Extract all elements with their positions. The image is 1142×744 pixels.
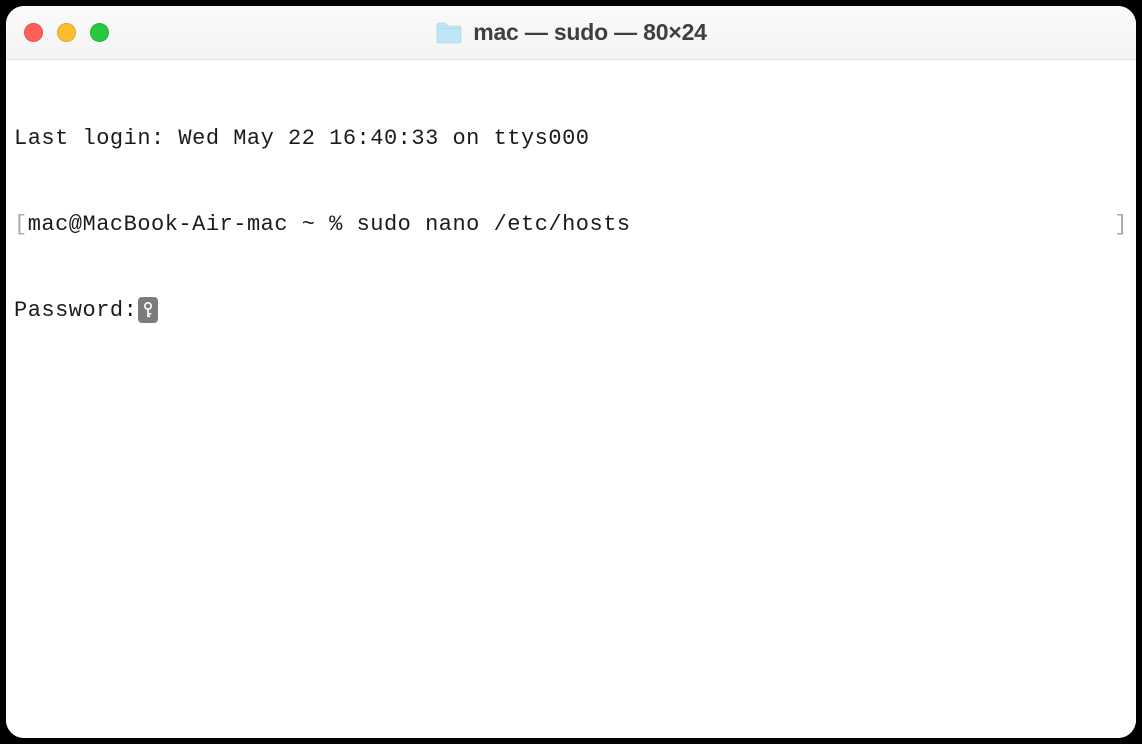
last-login-line: Last login: Wed May 22 16:40:33 on ttys0… xyxy=(14,125,1128,154)
terminal-content[interactable]: Last login: Wed May 22 16:40:33 on ttys0… xyxy=(6,60,1136,738)
minimize-button[interactable] xyxy=(57,23,76,42)
traffic-lights xyxy=(24,23,109,42)
folder-icon xyxy=(435,21,463,45)
bracket-left: [ xyxy=(14,212,28,237)
password-line: Password: xyxy=(14,297,1128,326)
prompt-line: [mac@MacBook-Air-mac ~ % sudo nano /etc/… xyxy=(14,211,1128,240)
close-button[interactable] xyxy=(24,23,43,42)
password-label: Password: xyxy=(14,298,137,323)
command-text: sudo nano /etc/hosts xyxy=(357,212,631,237)
prompt-text: mac@MacBook-Air-mac ~ % xyxy=(28,212,357,237)
titlebar[interactable]: mac — sudo — 80×24 xyxy=(6,6,1136,60)
window-title: mac — sudo — 80×24 xyxy=(473,19,707,46)
zoom-button[interactable] xyxy=(90,23,109,42)
terminal-window: mac — sudo — 80×24 Last login: Wed May 2… xyxy=(6,6,1136,738)
key-icon xyxy=(138,297,158,323)
bracket-right: ] xyxy=(1114,211,1128,240)
title-center: mac — sudo — 80×24 xyxy=(6,19,1136,46)
